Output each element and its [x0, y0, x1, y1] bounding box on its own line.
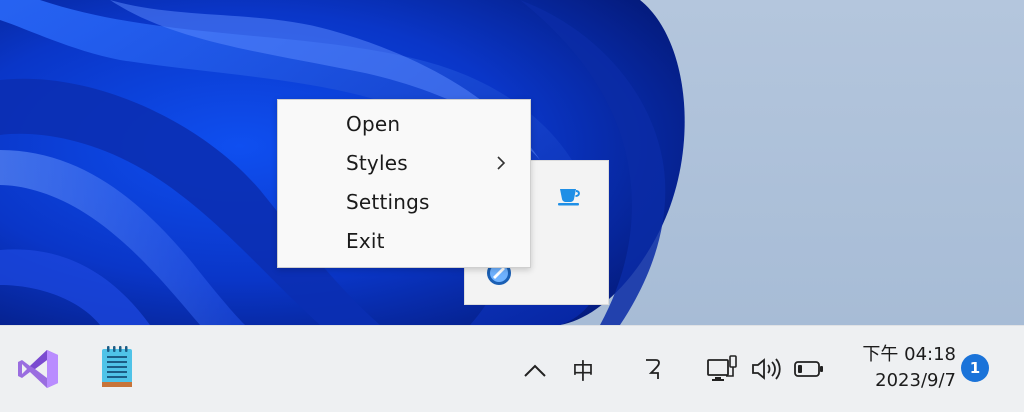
- notification-count-badge[interactable]: 1: [961, 354, 989, 382]
- clock-time: 下午 04:18: [862, 344, 956, 365]
- notepad-icon[interactable]: [99, 344, 135, 390]
- network-icon[interactable]: [706, 354, 738, 384]
- coffee-cup-icon[interactable]: [557, 185, 583, 207]
- menu-item-label: Open: [346, 112, 401, 136]
- visual-studio-icon[interactable]: [16, 348, 60, 390]
- menu-item-open[interactable]: Open: [278, 107, 530, 141]
- clock-date: 2023/9/7: [875, 370, 956, 391]
- menu-item-exit[interactable]: Exit: [278, 224, 530, 258]
- menu-item-styles[interactable]: Styles: [278, 146, 530, 180]
- desktop: Open Styles Settings Exit: [0, 0, 1024, 325]
- ime-language-indicator[interactable]: 中: [572, 354, 594, 386]
- battery-icon[interactable]: [794, 359, 824, 379]
- tray-context-menu: Open Styles Settings Exit: [277, 99, 531, 268]
- taskbar: 中 下午 04:18 2023/9/7: [0, 325, 1024, 412]
- chevron-up-icon[interactable]: [523, 362, 547, 378]
- volume-icon[interactable]: [750, 356, 782, 382]
- menu-item-settings[interactable]: Settings: [278, 185, 530, 219]
- chevron-right-icon: [497, 156, 506, 170]
- menu-item-label: Exit: [346, 229, 385, 253]
- input-mode-icon[interactable]: [642, 356, 664, 382]
- menu-item-label: Settings: [346, 190, 430, 214]
- menu-item-label: Styles: [346, 151, 408, 175]
- system-clock[interactable]: 下午 04:18 2023/9/7: [862, 342, 956, 394]
